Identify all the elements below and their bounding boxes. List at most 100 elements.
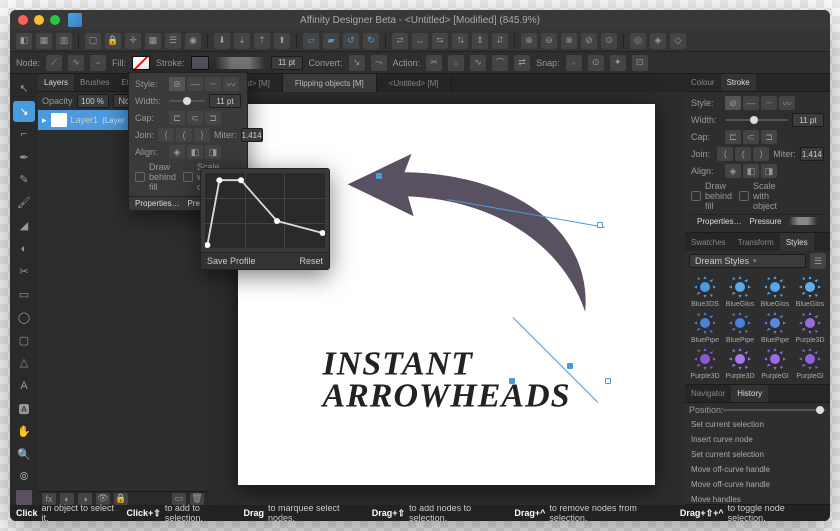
rotate-cw-icon[interactable]: ↻ — [363, 33, 379, 49]
properties-link[interactable]: Properties… — [697, 217, 741, 226]
fill-swatch[interactable] — [132, 56, 150, 70]
insert-behind-icon[interactable]: ◇ — [670, 33, 686, 49]
ellipse-tool-icon[interactable]: ◯ — [13, 307, 35, 328]
tab-swatches[interactable]: Swatches — [685, 233, 732, 251]
style-none-icon[interactable]: ⊘ — [725, 96, 741, 110]
convert-1-icon[interactable]: ↘ — [349, 55, 365, 71]
sub-op-icon[interactable]: ⊖ — [541, 33, 557, 49]
style-swatch[interactable]: Blue3DS — [689, 275, 721, 308]
tab-brushes[interactable]: Brushes — [74, 74, 115, 91]
snap-1-icon[interactable]: ◦ — [566, 55, 582, 71]
tab-navigator[interactable]: Navigator — [685, 385, 731, 402]
doc-tab-2[interactable]: Flipping objects [M] — [283, 74, 377, 92]
intersect-icon[interactable]: ⊗ — [561, 33, 577, 49]
node-tool-icon[interactable]: ↘ — [13, 101, 35, 122]
align-right-icon[interactable]: ⮀ — [432, 33, 448, 49]
pop-width-input[interactable]: 11 pt — [209, 94, 241, 108]
control-node[interactable] — [605, 378, 611, 384]
style-dash-icon[interactable]: ┄ — [761, 96, 777, 110]
pop-draw-behind-checkbox[interactable] — [135, 172, 145, 182]
pop-align-o-icon[interactable]: ◨ — [205, 145, 221, 159]
join-icon[interactable]: ⌒ — [492, 55, 508, 71]
stroke-width-input[interactable]: 11 pt — [271, 56, 303, 70]
style-swatch[interactable]: BluePipe — [724, 311, 756, 344]
clip-icon[interactable]: ▢ — [85, 33, 101, 49]
style-menu-icon[interactable]: ☰ — [810, 253, 826, 269]
pop-join-miter-icon[interactable]: ⟨ — [158, 128, 174, 142]
convert-2-icon[interactable]: ⤳ — [371, 55, 387, 71]
move-tool-icon[interactable]: ↖ — [13, 78, 35, 99]
text-tool-icon[interactable]: A — [13, 375, 35, 396]
pop-miter-input[interactable]: 1.414 — [241, 128, 263, 142]
rounded-rect-tool-icon[interactable]: ▢ — [13, 330, 35, 351]
style-set-dropdown[interactable]: Dream Styles — [689, 254, 806, 268]
style-swatch[interactable]: BluePipe — [759, 311, 791, 344]
corner-tool-icon[interactable]: ⌐ — [13, 124, 35, 145]
miter-input[interactable]: 1.414 — [800, 147, 824, 161]
style-swatch[interactable]: Purple3D — [724, 347, 756, 380]
view-icon[interactable]: ◉ — [185, 33, 201, 49]
width-slider[interactable] — [725, 117, 788, 123]
move-front-icon[interactable]: ⬆ — [274, 33, 290, 49]
tab-styles[interactable]: Styles — [780, 233, 814, 251]
break-icon[interactable]: ✂ — [426, 55, 442, 71]
zoom-tool-icon[interactable]: 🔍 — [13, 444, 35, 465]
hand-tool-icon[interactable]: ✋ — [13, 421, 35, 442]
pop-style-brush-icon[interactable]: 〰 — [223, 77, 239, 91]
fwd-one-icon[interactable]: ⇡ — [254, 33, 270, 49]
swatch-fg[interactable] — [16, 490, 32, 505]
node-smooth-icon[interactable]: ∿ — [68, 55, 84, 71]
reset-button[interactable]: Reset — [299, 256, 323, 266]
pop-style-dash-icon[interactable]: ┄ — [205, 77, 221, 91]
snap-2-icon[interactable]: ⊙ — [588, 55, 604, 71]
tab-transform[interactable]: Transform — [732, 233, 780, 251]
style-solid-icon[interactable]: — — [743, 96, 759, 110]
pop-width-slider[interactable] — [169, 98, 205, 104]
history-item[interactable]: Insert curve node — [685, 432, 830, 447]
close-curve-icon[interactable]: ○ — [448, 55, 464, 71]
xor-icon[interactable]: ⊘ — [581, 33, 597, 49]
pop-scale-checkbox[interactable] — [183, 172, 193, 182]
crop-tool-icon[interactable]: ✂ — [13, 261, 35, 282]
cap-square-icon[interactable]: ⊐ — [761, 130, 777, 144]
cap-round-icon[interactable]: ⊂ — [743, 130, 759, 144]
brush-tool-icon[interactable]: 🖌 — [13, 192, 35, 213]
transparency-tool-icon[interactable]: ◐ — [13, 238, 35, 259]
force-pixel-icon[interactable]: ▦ — [145, 33, 161, 49]
tab-colour[interactable]: Colour — [685, 74, 721, 91]
arrow-shape[interactable] — [330, 127, 614, 348]
stroke-swatch[interactable] — [191, 56, 209, 70]
align-left-icon[interactable]: ⮂ — [392, 33, 408, 49]
anchor-node[interactable] — [376, 173, 382, 179]
save-profile-button[interactable]: Save Profile — [207, 256, 256, 266]
flip-v-icon[interactable]: ▰ — [323, 33, 339, 49]
node-sharp-icon[interactable]: ⟋ — [46, 55, 62, 71]
persona-designer-icon[interactable]: ◧ — [16, 33, 32, 49]
pop-join-bevel-icon[interactable]: ⟩ — [194, 128, 210, 142]
style-brush-icon[interactable]: 〰 — [779, 96, 795, 110]
draw-behind-checkbox[interactable] — [691, 191, 701, 201]
snap-4-icon[interactable]: ⊡ — [632, 55, 648, 71]
shape-tool-icon[interactable]: ▭ — [13, 284, 35, 305]
canvas-text[interactable]: INSTANT ARROWHEADS — [322, 349, 570, 412]
pop-properties-link[interactable]: Properties… — [135, 199, 179, 208]
rotate-ccw-icon[interactable]: ↺ — [343, 33, 359, 49]
align-center-icon[interactable]: ◈ — [725, 164, 741, 178]
align-top-icon[interactable]: ⮁ — [452, 33, 468, 49]
style-swatch[interactable]: PurpleGl — [794, 347, 826, 380]
history-item[interactable]: Set current selection — [685, 447, 830, 462]
back-one-icon[interactable]: ⇣ — [234, 33, 250, 49]
history-item[interactable]: Move off-curve handle — [685, 462, 830, 477]
style-swatch[interactable]: PurpleGl — [759, 347, 791, 380]
pop-join-round-icon[interactable]: ( — [176, 128, 192, 142]
align-center-icon[interactable]: ⇔ — [412, 33, 428, 49]
pop-align-c-icon[interactable]: ◈ — [169, 145, 185, 159]
opacity-input[interactable]: 100 % — [77, 94, 109, 108]
align-outside-icon[interactable]: ◨ — [761, 164, 777, 178]
join-miter-icon[interactable]: ⟨ — [717, 147, 733, 161]
insert-target-icon[interactable]: ◎ — [630, 33, 646, 49]
history-item[interactable]: Move off-curve handle — [685, 477, 830, 492]
colour-picker-icon[interactable]: ⦾ — [13, 467, 35, 488]
style-swatch[interactable]: BlueGlos — [794, 275, 826, 308]
pressure-graph[interactable] — [205, 173, 325, 248]
